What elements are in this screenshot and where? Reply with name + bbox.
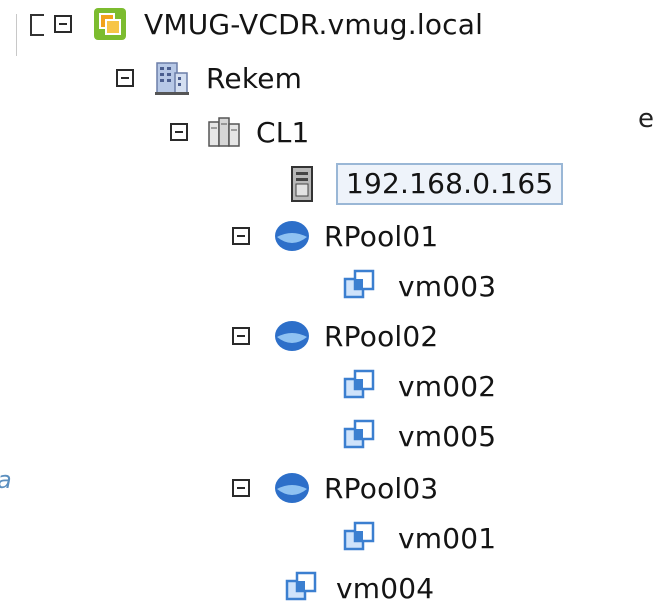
tree-item-datacenter[interactable]: Rekem xyxy=(116,56,302,100)
tree-prefix-bracket xyxy=(30,14,44,36)
tree-item-vm[interactable]: vm001 xyxy=(340,516,496,560)
vm-icon xyxy=(282,568,322,608)
collapse-toggle[interactable] xyxy=(170,123,188,141)
vm-icon xyxy=(340,266,380,306)
collapse-toggle[interactable] xyxy=(232,479,250,497)
vm-icon xyxy=(340,416,380,456)
tree-item-label: vm005 xyxy=(398,419,497,453)
tree-item-label: Rekem xyxy=(206,61,303,95)
host-icon xyxy=(282,164,322,204)
clipped-text-fragment: e xyxy=(638,104,654,134)
cluster-icon xyxy=(204,112,244,152)
tree-item-vcenter[interactable]: VMUG-VCDR.vmug.local xyxy=(54,2,483,46)
tree-item-label: CL1 xyxy=(256,115,310,149)
resource-pool-icon xyxy=(272,216,312,256)
tree-item-resource-pool[interactable]: RPool03 xyxy=(232,466,438,510)
collapse-toggle[interactable] xyxy=(232,227,250,245)
tree-item-vm[interactable]: vm003 xyxy=(340,264,496,308)
tree-item-label: RPool01 xyxy=(324,219,439,253)
tree-item-label: vm001 xyxy=(398,521,497,555)
vcenter-icon xyxy=(90,4,130,44)
resource-pool-icon xyxy=(272,468,312,508)
vm-icon xyxy=(340,366,380,406)
collapse-toggle[interactable] xyxy=(116,69,134,87)
tree-item-vm[interactable]: vm005 xyxy=(340,414,496,458)
collapse-toggle[interactable] xyxy=(232,327,250,345)
tree-item-label: vm003 xyxy=(398,269,497,303)
tree-item-resource-pool[interactable]: RPool01 xyxy=(232,214,438,258)
resource-pool-icon xyxy=(272,316,312,356)
tree-item-label: 192.168.0.165 xyxy=(336,163,564,205)
tree-item-host[interactable]: 192.168.0.165 xyxy=(282,158,564,210)
tree-item-label: vm004 xyxy=(336,571,435,605)
collapse-toggle[interactable] xyxy=(54,15,72,33)
tree-item-label: RPool02 xyxy=(324,319,439,353)
clipped-link-fragment: a xyxy=(0,466,12,494)
tree-item-label: VMUG-VCDR.vmug.local xyxy=(144,7,484,41)
tree-item-vm[interactable]: vm004 xyxy=(282,566,434,610)
tree-item-vm[interactable]: vm002 xyxy=(340,364,496,408)
tree-item-label: RPool03 xyxy=(324,471,439,505)
left-guide-line xyxy=(16,14,17,56)
tree-item-cluster[interactable]: CL1 xyxy=(170,110,310,154)
tree-item-label: vm002 xyxy=(398,369,497,403)
tree-item-resource-pool[interactable]: RPool02 xyxy=(232,314,438,358)
datacenter-icon xyxy=(152,58,192,98)
vm-icon xyxy=(340,518,380,558)
